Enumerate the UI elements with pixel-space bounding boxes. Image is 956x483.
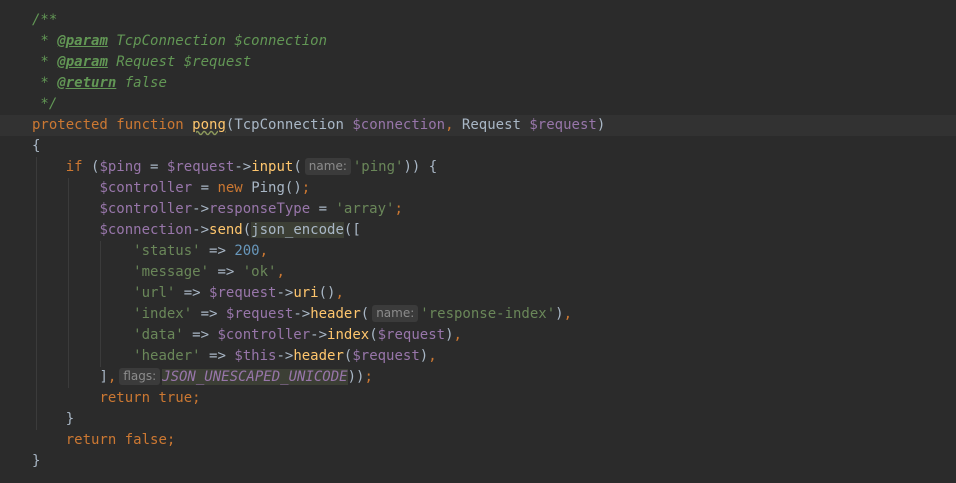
array-key: 'index'	[133, 306, 193, 322]
code-line[interactable]: ], flags: JSON_UNESCAPED_UNICODE));	[0, 367, 956, 388]
doc-return-value: false	[116, 75, 167, 91]
code-line-current[interactable]: protected function pong(TcpConnection $c…	[0, 115, 956, 136]
function-call-highlighted[interactable]: json_encode	[251, 222, 344, 238]
code-line[interactable]: if ($ping = $request->input(name:'ping')…	[0, 157, 956, 178]
string-literal: 'ok'	[242, 264, 277, 280]
variable[interactable]: $connection	[99, 222, 192, 238]
code-line[interactable]: $connection->send(json_encode([	[0, 220, 956, 241]
doc-comment-star: *	[32, 54, 58, 70]
code-line[interactable]: 'url' => $request->uri(),	[0, 283, 956, 304]
variable[interactable]: $controller	[99, 201, 192, 217]
close-brace: }	[32, 453, 41, 469]
variable[interactable]: $ping	[99, 159, 141, 175]
array-key: 'data'	[133, 327, 184, 343]
code-line[interactable]: return false;	[0, 430, 956, 451]
bool-literal: false	[124, 432, 167, 448]
bool-literal: true	[158, 390, 193, 406]
variable[interactable]: $controller	[99, 180, 192, 196]
parameter-hint: flags:	[119, 368, 161, 385]
code-line[interactable]: 'message' => 'ok',	[0, 262, 956, 283]
function-name[interactable]: pong	[192, 117, 226, 133]
parameter-hint: name:	[304, 158, 351, 175]
method-call[interactable]: input	[251, 159, 293, 175]
code-line[interactable]: $controller = new Ping();	[0, 178, 956, 199]
variable[interactable]: $controller	[217, 327, 310, 343]
code-line[interactable]: * @return false	[0, 73, 956, 94]
method-call[interactable]: index	[327, 327, 369, 343]
doc-param-var: $request	[183, 54, 252, 70]
string-literal: 'array'	[335, 201, 395, 217]
doc-comment-star: *	[32, 33, 58, 49]
variable[interactable]: $request	[352, 348, 419, 364]
string-literal: 'ping'	[352, 159, 404, 175]
variable[interactable]: $request	[167, 159, 234, 175]
constant[interactable]: JSON_UNESCAPED_UNICODE	[162, 369, 348, 385]
code-line[interactable]: /**	[0, 10, 956, 31]
method-call[interactable]: uri	[293, 285, 318, 301]
method-call[interactable]: send	[209, 222, 243, 238]
method-call[interactable]: header	[310, 306, 361, 322]
doc-param-tag[interactable]: @param	[57, 33, 108, 49]
param-var[interactable]: $request	[529, 117, 596, 133]
code-line[interactable]: 'header' => $this->header($request),	[0, 346, 956, 367]
method-call[interactable]: header	[293, 348, 344, 364]
open-brace: {	[32, 138, 41, 154]
code-line[interactable]: 'index' => $request->header(name:'respon…	[0, 304, 956, 325]
if-keyword: if	[65, 159, 83, 175]
code-line[interactable]: * @param TcpConnection $connection	[0, 31, 956, 52]
code-line[interactable]: 'status' => 200,	[0, 241, 956, 262]
array-key: 'message'	[133, 264, 210, 280]
doc-param-type: TcpConnection	[107, 33, 235, 49]
string-literal: 'response-index'	[420, 306, 556, 322]
code-line[interactable]: }	[0, 409, 956, 430]
array-key: 'header'	[133, 348, 201, 364]
code-line[interactable]: 'data' => $controller->index($request),	[0, 325, 956, 346]
new-keyword: new	[217, 180, 243, 196]
code-line[interactable]: return true;	[0, 388, 956, 409]
doc-param-type: Request	[107, 54, 184, 70]
code-line[interactable]: * @param Request $request	[0, 52, 956, 73]
property[interactable]: responseType	[209, 201, 310, 217]
modifier-keyword: protected	[32, 117, 108, 133]
code-line[interactable]: {	[0, 136, 956, 157]
doc-comment-star: *	[32, 75, 58, 91]
code-editor[interactable]: /** * @param TcpConnection $connection *…	[0, 0, 956, 483]
param-var[interactable]: $connection	[352, 117, 445, 133]
parameter-hint: name:	[372, 305, 419, 322]
doc-comment-close: */	[32, 96, 58, 112]
doc-param-tag[interactable]: @param	[57, 54, 108, 70]
param-type[interactable]: TcpConnection	[234, 117, 344, 133]
code-line[interactable]: */	[0, 94, 956, 115]
array-key: 'url'	[133, 285, 176, 301]
doc-param-var: $connection	[234, 33, 328, 49]
doc-comment-open: /**	[32, 12, 58, 28]
param-type[interactable]: Request	[462, 117, 521, 133]
array-key: 'status'	[133, 243, 201, 259]
code-line[interactable]: $controller->responseType = 'array';	[0, 199, 956, 220]
return-keyword: return	[65, 432, 117, 448]
number-literal: 200	[234, 243, 260, 259]
return-keyword: return	[99, 390, 151, 406]
variable[interactable]: $request	[378, 327, 445, 343]
close-brace: }	[65, 411, 75, 427]
function-keyword: function	[116, 117, 184, 133]
variable[interactable]: $this	[234, 348, 276, 364]
code-line[interactable]: }	[0, 451, 956, 472]
variable[interactable]: $request	[226, 306, 293, 322]
doc-return-tag[interactable]: @return	[57, 75, 116, 91]
class-name[interactable]: Ping	[251, 180, 285, 196]
variable[interactable]: $request	[209, 285, 276, 301]
